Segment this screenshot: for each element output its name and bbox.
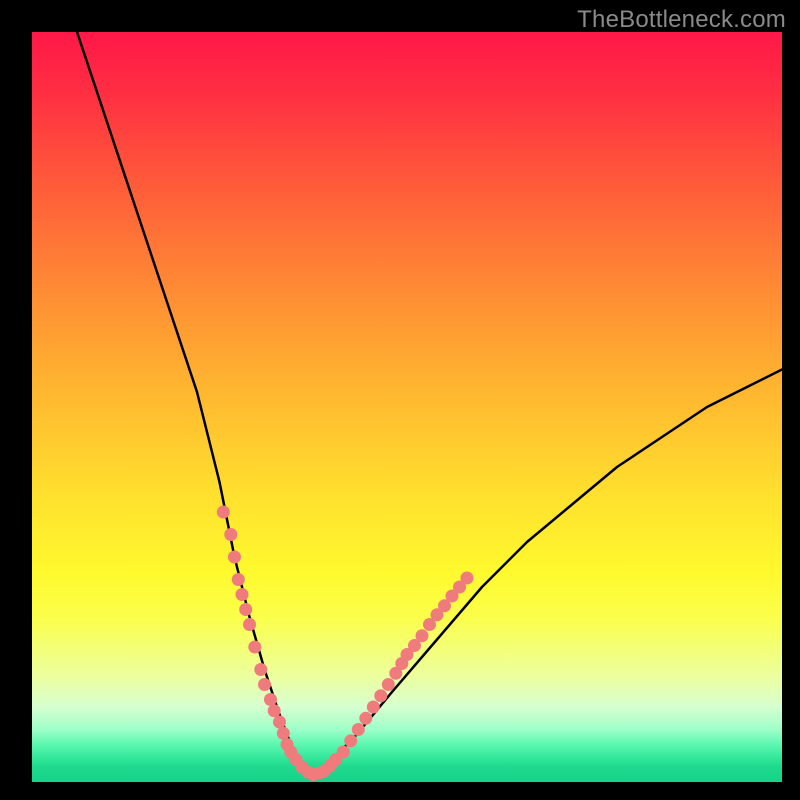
data-dot [461, 572, 474, 585]
chart-frame: TheBottleneck.com [0, 0, 800, 800]
data-dot [239, 603, 252, 616]
data-dot [258, 678, 271, 691]
data-dot [254, 663, 267, 676]
data-dot [236, 588, 249, 601]
data-dot [268, 704, 281, 717]
data-dot [228, 551, 241, 564]
data-dot [277, 727, 290, 740]
data-dot [416, 629, 429, 642]
data-dot [352, 723, 365, 736]
data-dot [243, 618, 256, 631]
data-dot [337, 746, 350, 759]
data-dot [359, 712, 372, 725]
data-dot [224, 528, 237, 541]
bottleneck-curve [77, 32, 782, 775]
data-dot [232, 573, 245, 586]
data-dot [382, 678, 395, 691]
data-dot [217, 506, 230, 519]
data-dot [374, 689, 387, 702]
watermark-label: TheBottleneck.com [577, 6, 786, 34]
data-dot [248, 641, 261, 654]
plot-area [32, 32, 782, 782]
curve-svg [32, 32, 782, 782]
data-dot [344, 734, 357, 747]
data-dot [273, 716, 286, 729]
data-dot [264, 693, 277, 706]
data-dot [367, 701, 380, 714]
